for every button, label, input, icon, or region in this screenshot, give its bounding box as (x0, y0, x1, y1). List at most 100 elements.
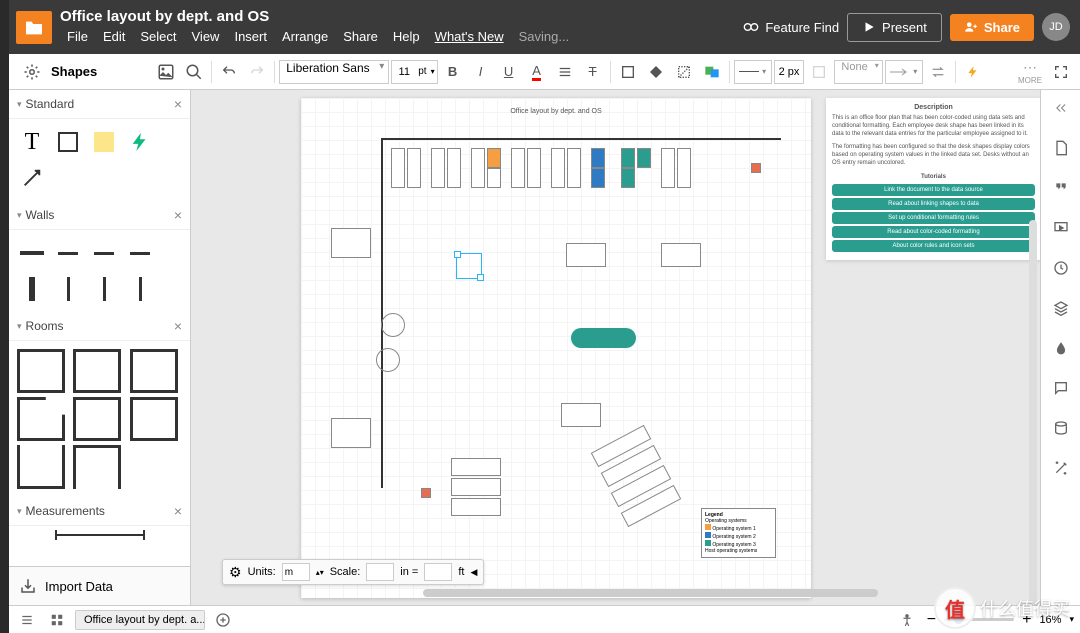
rail-layers-button[interactable] (1049, 296, 1073, 320)
menu-select[interactable]: Select (133, 27, 183, 46)
text-color-button[interactable]: A (524, 59, 550, 85)
rail-history-button[interactable] (1049, 256, 1073, 280)
arrow-end-select[interactable] (885, 60, 923, 84)
search-button[interactable] (181, 59, 207, 85)
more-button[interactable]: ⋯MORE (1018, 59, 1042, 85)
rail-page-button[interactable] (1049, 136, 1073, 160)
line-options-button[interactable] (806, 59, 832, 85)
shape-style-button[interactable] (699, 59, 725, 85)
bold-button[interactable]: B (440, 59, 466, 85)
undo-button[interactable] (216, 59, 242, 85)
collapse-rail-button[interactable] (1049, 96, 1073, 120)
app-logo[interactable] (16, 11, 52, 44)
tutorial-link[interactable]: Read about color-coded formatting (832, 226, 1035, 238)
accessibility-button[interactable] (895, 608, 919, 632)
italic-button[interactable]: I (468, 59, 494, 85)
menu-insert[interactable]: Insert (227, 27, 274, 46)
fullscreen-button[interactable] (1048, 59, 1074, 85)
line-shape[interactable] (17, 163, 47, 193)
tutorial-link[interactable]: Read about linking shapes to data (832, 198, 1035, 210)
rail-present-button[interactable] (1049, 216, 1073, 240)
feature-find[interactable]: Feature Find (743, 19, 839, 35)
text-shape[interactable]: T (17, 127, 47, 157)
horizontal-scrollbar[interactable] (423, 589, 878, 597)
page-canvas[interactable]: Office layout by dept. and OS (301, 98, 811, 598)
shapes-menu-button[interactable] (19, 59, 45, 85)
share-button[interactable]: Share (950, 14, 1034, 41)
wall-v3[interactable] (89, 274, 119, 304)
rail-comment-button[interactable] (1049, 176, 1073, 200)
underline-button[interactable]: U (496, 59, 522, 85)
user-avatar[interactable]: JD (1042, 13, 1070, 41)
round-table[interactable] (381, 313, 405, 337)
panel-standard-header[interactable]: ▾Standard× (9, 90, 190, 119)
font-size-input[interactable]: pt▾ (391, 60, 437, 84)
canvas-area[interactable]: Office layout by dept. and OS (191, 90, 1040, 605)
room-shape[interactable] (130, 349, 178, 393)
document-title[interactable]: Office layout by dept. and OS (60, 8, 743, 25)
grid-view-button[interactable] (45, 608, 69, 632)
rail-magic-button[interactable] (1049, 456, 1073, 480)
fill-button[interactable] (615, 59, 641, 85)
add-page-button[interactable] (211, 608, 235, 632)
bucket-button[interactable] (643, 59, 669, 85)
room-shape-l[interactable] (17, 397, 65, 441)
floorplan[interactable]: Legend Operating systems Operating syste… (321, 138, 791, 578)
units-input[interactable] (282, 563, 310, 581)
border-button[interactable] (671, 59, 697, 85)
menu-arrange[interactable]: Arrange (275, 27, 335, 46)
tutorial-link[interactable]: Set up conditional formatting rules (832, 212, 1035, 224)
round-table[interactable] (376, 348, 400, 372)
note-shape[interactable] (89, 127, 119, 157)
close-icon[interactable]: × (174, 503, 182, 519)
align-button[interactable] (552, 59, 578, 85)
import-data-button[interactable]: Import Data (9, 566, 190, 605)
wall-v2[interactable] (53, 274, 83, 304)
room-shape[interactable] (73, 349, 121, 393)
callout-shape[interactable] (571, 328, 636, 348)
menu-view[interactable]: View (185, 27, 227, 46)
list-view-button[interactable] (15, 608, 39, 632)
room-shape-u[interactable] (17, 445, 65, 489)
wall-h3[interactable] (89, 238, 119, 268)
wall-h4[interactable] (125, 238, 155, 268)
scale-in-input[interactable] (366, 563, 394, 581)
image-button[interactable] (153, 59, 179, 85)
room-shape-u2[interactable] (73, 445, 121, 489)
close-icon[interactable]: × (174, 96, 182, 112)
rail-theme-button[interactable] (1049, 336, 1073, 360)
vertical-scrollbar[interactable] (1029, 220, 1037, 605)
present-button[interactable]: Present (847, 13, 942, 42)
line-width-input[interactable]: 2 px (774, 60, 805, 84)
rail-chat-button[interactable] (1049, 376, 1073, 400)
arrow-start-select[interactable]: None (834, 60, 882, 84)
quick-action-button[interactable] (960, 59, 986, 85)
redo-button[interactable] (244, 59, 270, 85)
font-family-select[interactable]: Liberation Sans (279, 60, 389, 84)
close-icon[interactable]: × (174, 207, 182, 223)
room-shape[interactable] (73, 397, 121, 441)
tutorial-link[interactable]: Link the document to the data source (832, 184, 1035, 196)
clear-format-button[interactable]: T (580, 59, 606, 85)
menu-share[interactable]: Share (336, 27, 385, 46)
wall-v4[interactable] (125, 274, 155, 304)
wall-h2[interactable] (53, 238, 83, 268)
rect-shape[interactable] (53, 127, 83, 157)
wall-v1[interactable] (17, 274, 47, 304)
line-style-select[interactable] (734, 60, 772, 84)
menu-help[interactable]: Help (386, 27, 427, 46)
menu-edit[interactable]: Edit (96, 27, 132, 46)
action-shape[interactable] (125, 127, 155, 157)
room-shape[interactable] (130, 397, 178, 441)
units-gear-button[interactable]: ⚙ (229, 564, 242, 581)
panel-rooms-header[interactable]: ▾Rooms× (9, 312, 190, 341)
scale-ft-input[interactable] (424, 563, 452, 581)
menu-file[interactable]: File (60, 27, 95, 46)
wall-h1[interactable] (17, 238, 47, 268)
close-icon[interactable]: × (174, 318, 182, 334)
page-tab[interactable]: Office layout by dept. a...▾ (75, 610, 205, 630)
measurement-shape[interactable] (55, 534, 145, 536)
panel-walls-header[interactable]: ▾Walls× (9, 201, 190, 230)
selected-shape[interactable] (456, 253, 482, 279)
panel-measurements-header[interactable]: ▾Measurements× (9, 497, 190, 526)
